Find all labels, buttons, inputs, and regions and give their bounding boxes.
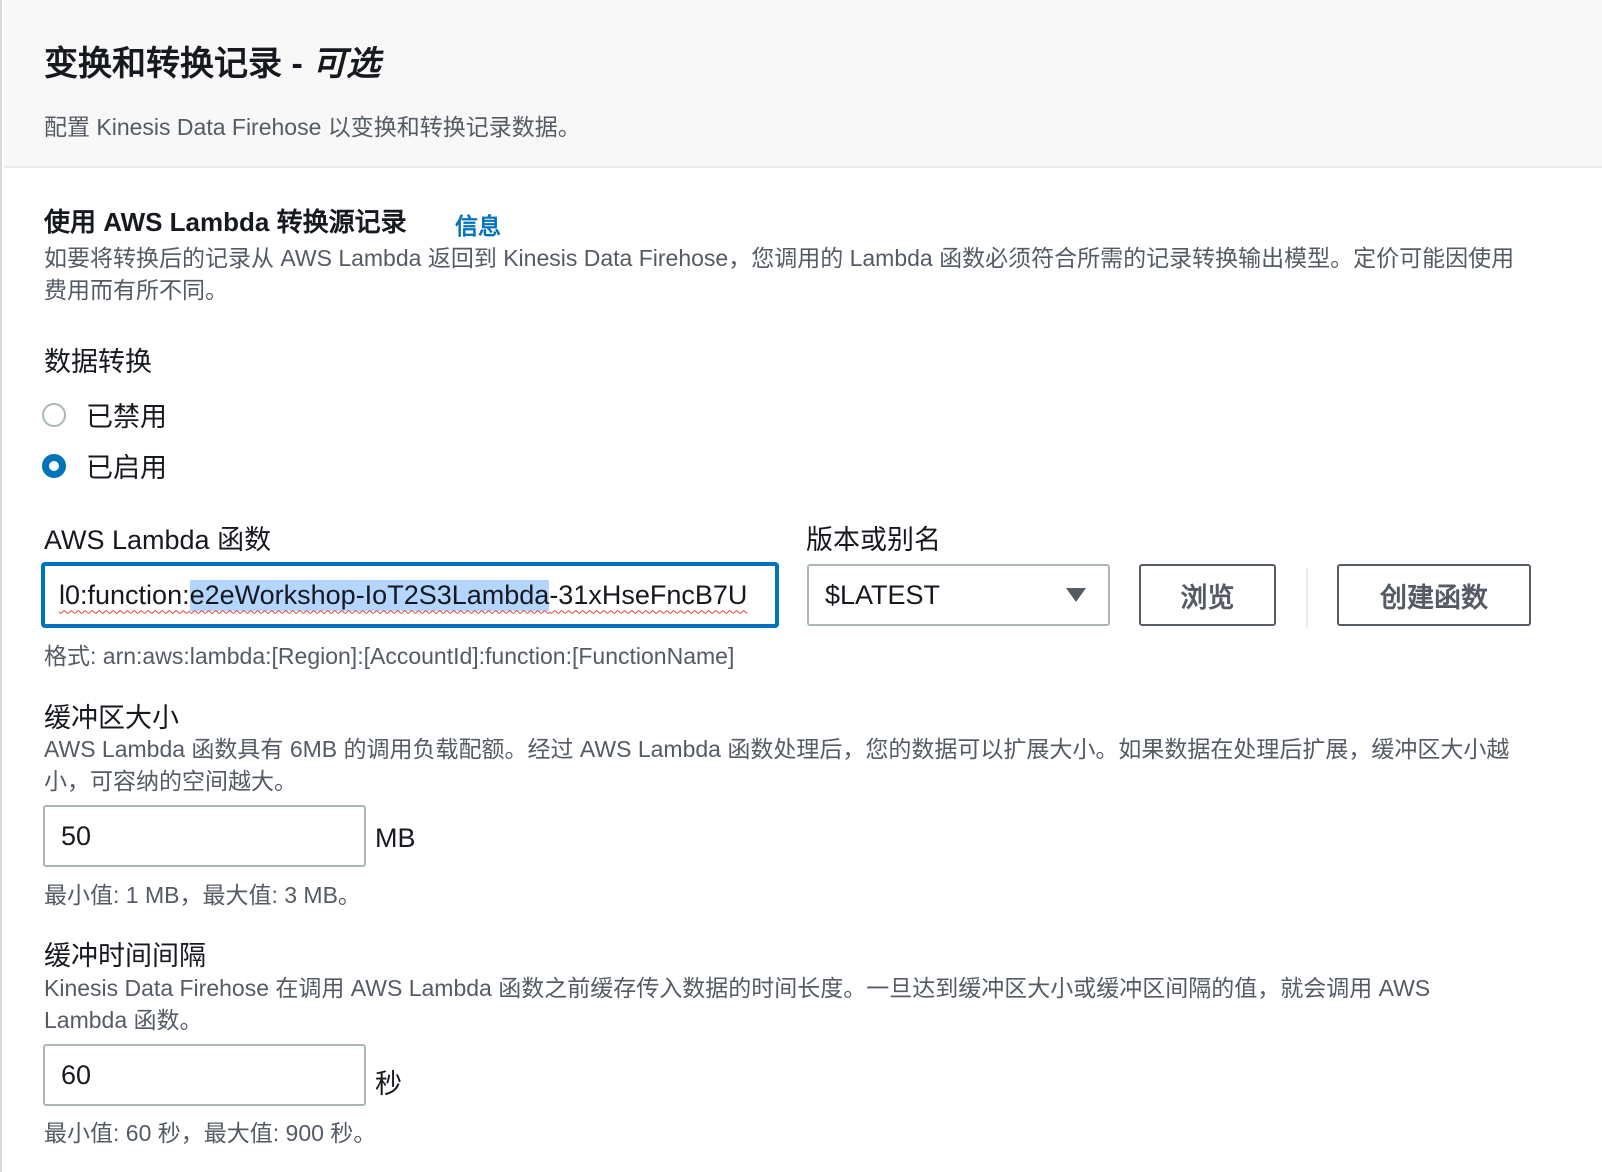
radio-enabled[interactable] [42, 453, 66, 478]
lambda-format-hint: 格式: arn:aws:lambda:[Region]:[AccountId]:… [44, 643, 735, 669]
radio-disabled-label[interactable]: 已禁用 [86, 395, 167, 434]
lambda-arn-prefix: l0:function: [59, 579, 190, 610]
buffer-size-unit: MB [375, 823, 416, 853]
radio-enabled-option[interactable]: 已启用 [42, 446, 167, 485]
buffer-interval-input[interactable]: 60 [43, 1044, 366, 1106]
browse-button[interactable]: 浏览 [1139, 564, 1276, 626]
panel-title-text: 变换和转换记录 - [44, 45, 313, 83]
buffer-size-description: AWS Lambda 函数具有 6MB 的调用负载配额。经过 AWS Lambd… [44, 736, 1510, 794]
buffer-interval-unit: 秒 [375, 1069, 402, 1099]
lambda-arn-selected: e2eWorkshop-IoT2S3Lambda [189, 579, 550, 611]
lambda-function-input[interactable]: l0:function: e2eWorkshop-IoT2S3Lambda -31x… [42, 563, 778, 627]
transform-records-panel: 变换和转换记录 - 可选 配置 Kinesis Data Firehose 以变… [0, 0, 1602, 1172]
info-link[interactable]: 信息 [455, 207, 501, 241]
buffer-interval-description: Kinesis Data Firehose 在调用 AWS Lambda 函数之… [44, 975, 1431, 1033]
create-function-button[interactable]: 创建函数 [1337, 564, 1531, 626]
panel-title-optional: 可选 [312, 45, 381, 83]
buffer-interval-hint: 最小值: 60 秒，最大值: 900 秒。 [44, 1120, 377, 1146]
lambda-section-description: 如要将转换后的记录从 AWS Lambda 返回到 Kinesis Data F… [44, 245, 1515, 303]
button-divider [1306, 568, 1308, 628]
buffer-size-input[interactable]: 50 [43, 805, 366, 867]
radio-disabled[interactable] [42, 402, 66, 427]
buffer-size-hint: 最小值: 1 MB，最大值: 3 MB。 [44, 882, 361, 908]
radio-disabled-option[interactable]: 已禁用 [42, 395, 167, 434]
version-selected-value: $LATEST [825, 579, 941, 610]
buffer-size-label: 缓冲区大小 [44, 703, 179, 733]
lambda-function-label: AWS Lambda 函数 [44, 525, 272, 555]
radio-enabled-label[interactable]: 已启用 [86, 446, 167, 485]
buffer-interval-label: 缓冲时间间隔 [44, 941, 206, 971]
data-transformation-label: 数据转换 [44, 347, 152, 377]
lambda-arn-suffix: -31xHseFncB7U [549, 579, 748, 610]
version-label: 版本或别名 [806, 525, 941, 555]
panel-title: 变换和转换记录 - 可选 [44, 36, 380, 85]
caret-down-icon [1066, 588, 1086, 602]
panel-description: 配置 Kinesis Data Firehose 以变换和转换记录数据。 [44, 114, 581, 140]
lambda-section-title: 使用 AWS Lambda 转换源记录 [44, 207, 407, 237]
version-select[interactable]: $LATEST [807, 564, 1110, 626]
panel-header: 变换和转换记录 - 可选 配置 Kinesis Data Firehose 以变… [4, 0, 1602, 168]
